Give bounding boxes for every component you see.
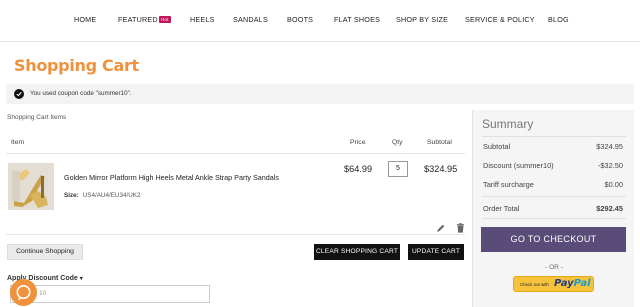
size-label: Size:: [64, 192, 79, 199]
coupon-success-message: You used coupon code "summer10".: [6, 84, 634, 104]
size-value: US4/AU4/EU34/UK2: [82, 192, 141, 199]
summary-title: Summary: [482, 117, 534, 131]
summary-tariff-value: $0.00: [604, 180, 624, 189]
nav-featured-label: FEATURED: [118, 15, 158, 24]
pencil-icon[interactable]: [436, 220, 446, 232]
update-cart-button[interactable]: UPDATE CART: [408, 244, 464, 260]
summary-subtotal-value: $324.95: [596, 142, 623, 151]
item-price: $64.99: [344, 164, 373, 174]
nav-flat-shoes[interactable]: FLAT SHOES: [334, 15, 380, 24]
chat-icon: [16, 285, 31, 301]
product-size: Size: US4/AU4/EU34/UK2: [64, 192, 140, 199]
summary-tariff-label: Tariff surcharge: [483, 180, 534, 189]
header-item: Item: [11, 139, 25, 146]
header-subtotal: Subtotal: [427, 139, 452, 146]
caret-down-icon: ▾: [79, 276, 83, 282]
nav-heels[interactable]: HEELS: [190, 15, 215, 24]
paypal-logo: PayPal: [554, 278, 591, 289]
nav-service-policy[interactable]: SERVICE & POLICY: [465, 15, 535, 24]
header-divider: [6, 153, 465, 154]
paypal-checkout-button[interactable]: Check out with PayPal: [513, 276, 594, 292]
chat-widget-button[interactable]: [10, 279, 37, 306]
summary-discount-value: -$32.50: [597, 161, 623, 170]
nav-shop-by-size[interactable]: SHOP BY SIZE: [396, 15, 448, 24]
product-thumbnail[interactable]: [8, 163, 54, 210]
or-separator: - OR -: [545, 264, 563, 271]
nav-home[interactable]: HOME: [74, 15, 96, 24]
quantity-input[interactable]: 5: [388, 161, 408, 177]
summary-subtotal-label: Subtotal: [483, 142, 511, 151]
row-divider: [6, 234, 465, 235]
header-qty: Qty: [392, 139, 403, 146]
product-name-link[interactable]: Golden Mirror Platform High Heels Metal …: [64, 173, 279, 182]
checkout-button[interactable]: GO TO CHECKOUT: [481, 227, 626, 252]
coupon-message-text: You used coupon code "summer10".: [30, 90, 132, 97]
nav-featured[interactable]: FEATURED Hot: [118, 15, 171, 24]
cart-items-label: Shopping Cart Items: [7, 114, 67, 121]
check-icon: [14, 89, 24, 99]
nav-boots[interactable]: BOOTS: [287, 15, 313, 24]
order-total-label: Order Total: [483, 204, 520, 213]
paypal-caption: Check out with: [520, 282, 549, 287]
summary-discount-label: Discount (summer10): [483, 161, 554, 170]
nav-sandals[interactable]: SANDALS: [233, 15, 268, 24]
item-subtotal: $324.95: [424, 164, 458, 174]
trash-icon[interactable]: [456, 220, 465, 233]
hot-badge: Hot: [158, 16, 171, 23]
order-total-value: $292.45: [596, 204, 623, 213]
summary-divider: [482, 196, 626, 197]
nav-blog[interactable]: BLOG: [548, 15, 569, 24]
page-title: Shopping Cart: [14, 56, 139, 75]
header-price: Price: [350, 139, 366, 146]
top-navigation: HOME FEATURED Hot HEELS SANDALS BOOTS FLA…: [0, 0, 640, 42]
continue-shopping-button[interactable]: Continue Shopping: [7, 244, 83, 260]
discount-code-input[interactable]: 10: [10, 285, 210, 303]
summary-divider: [482, 218, 626, 219]
clear-cart-button[interactable]: CLEAR SHOPPING CART: [314, 244, 400, 260]
summary-divider: [482, 136, 626, 137]
order-summary: Summary Subtotal $324.95 Discount (summe…: [472, 110, 634, 307]
